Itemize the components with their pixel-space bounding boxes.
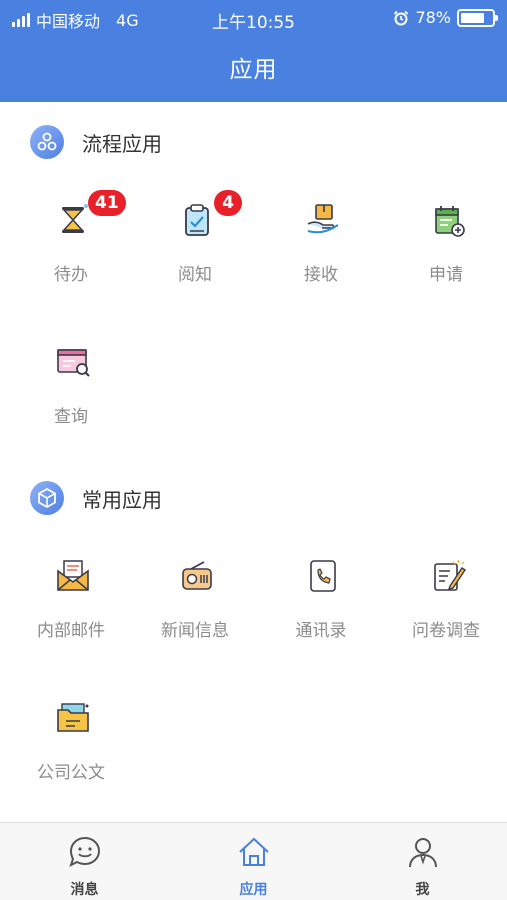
app-label: 阅知 (178, 265, 212, 285)
app-tile-read[interactable]: 4 阅知 (132, 170, 258, 300)
app-tile-survey[interactable]: 问卷调查 (383, 526, 507, 656)
app-tile-receive[interactable]: 接收 (258, 170, 384, 300)
app-tile-todo[interactable]: 41 待办 (8, 170, 134, 300)
app-label: 接收 (304, 265, 338, 285)
battery-icon (457, 8, 498, 27)
survey-pencil-icon (434, 559, 466, 591)
app-label: 查询 (54, 407, 88, 427)
calendar-add-icon (435, 206, 465, 237)
mail-icon (57, 560, 89, 591)
alarm-icon (394, 10, 409, 25)
tab-label: 我 (415, 882, 430, 898)
tab-apps[interactable]: 应用 (169, 823, 338, 900)
app-tile-apply[interactable]: 申请 (383, 170, 507, 300)
app-label: 问卷调查 (412, 621, 480, 641)
tab-messages[interactable]: 消息 (0, 823, 169, 900)
user-profile-icon (409, 838, 437, 868)
app-tile-company-docs[interactable]: 公司公文 (8, 668, 134, 798)
hourglass-icon (62, 204, 88, 233)
battery-percent: 78% (415, 8, 451, 27)
apps-house-icon (239, 837, 269, 866)
search-card-icon (57, 349, 90, 377)
top-bar: 中国移动 4G 上午10:55 78% 应用 (0, 0, 507, 102)
app-tile-news[interactable]: 新闻信息 (132, 526, 258, 656)
section-title: 流程应用 (82, 131, 162, 156)
section-header-common: 常用应用 (30, 481, 162, 515)
phone-book-icon (310, 560, 336, 592)
folder-document-icon (57, 703, 89, 732)
section-title: 常用应用 (82, 487, 162, 512)
app-label: 待办 (54, 265, 88, 285)
app-label: 内部邮件 (37, 621, 105, 641)
flow-circles-icon (30, 125, 64, 159)
chat-smile-icon (69, 836, 101, 867)
app-tile-contacts[interactable]: 通讯录 (258, 526, 384, 656)
app-tile-internal-mail[interactable]: 内部邮件 (8, 526, 134, 656)
app-label: 公司公文 (37, 763, 105, 783)
badge-count: 41 (88, 190, 126, 216)
radio-icon (182, 561, 212, 590)
bottom-tab-bar: 消息 应用 我 (0, 822, 507, 900)
page-title: 应用 (229, 57, 278, 83)
cube-icon (30, 481, 64, 515)
tab-label: 消息 (70, 882, 99, 898)
tab-label: 应用 (239, 882, 268, 898)
tab-me[interactable]: 我 (338, 823, 507, 900)
status-bar: 中国移动 4G 上午10:55 78% (0, 0, 507, 36)
clipboard-check-icon (185, 204, 209, 236)
badge-count: 4 (214, 190, 242, 216)
section-header-flow: 流程应用 (30, 125, 162, 159)
app-tile-query[interactable]: 查询 (8, 312, 134, 442)
app-label: 通讯录 (295, 621, 347, 641)
hand-box-icon (307, 204, 339, 234)
app-label: 新闻信息 (161, 621, 229, 641)
app-label: 申请 (429, 265, 463, 285)
